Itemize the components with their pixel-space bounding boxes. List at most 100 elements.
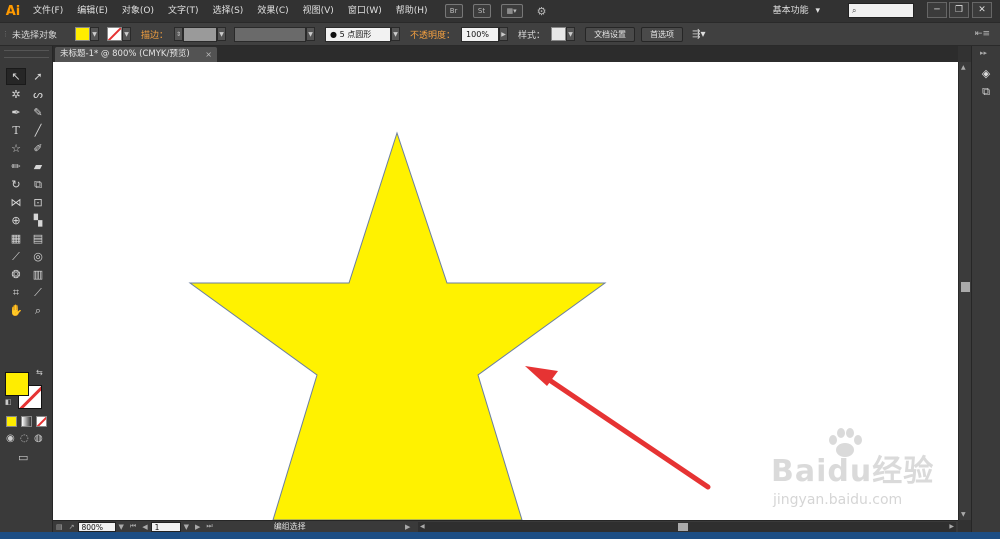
perspective-grid-tool-icon[interactable]: ▚ [28, 212, 48, 229]
collapse-panel-icon[interactable]: ▸▸ [980, 49, 987, 57]
chevron-down-icon[interactable]: ▼ [122, 27, 132, 41]
chevron-down-icon[interactable]: ▼ [306, 27, 316, 41]
menu-edit[interactable]: 编辑(E) [70, 0, 115, 22]
document-setup-button[interactable]: 文档设置 [585, 26, 636, 42]
stock-icon[interactable]: St [472, 4, 491, 18]
menu-effect[interactable]: 效果(C) [250, 0, 295, 22]
eraser-tool-icon[interactable]: ▰ [28, 158, 48, 175]
status-menu-icon[interactable]: ▤ [53, 523, 66, 531]
zoom-field[interactable]: 800% [77, 521, 116, 532]
artboard-canvas[interactable] [53, 62, 958, 520]
gpu-performance-icon[interactable]: ⚙ [533, 4, 551, 18]
stroke-swatch-button[interactable] [107, 27, 123, 41]
fill-color-swatch[interactable] [5, 372, 29, 396]
document-tab[interactable]: 未标题-1* @ 800% (CMYK/预览) × [55, 47, 217, 62]
scroll-left-icon[interactable]: ◀ [420, 523, 425, 530]
horizontal-scroll-thumb[interactable] [678, 523, 688, 531]
swap-colors-icon[interactable]: ⇆ [36, 368, 43, 377]
column-graph-tool-icon[interactable]: ▥ [28, 266, 48, 283]
menu-window[interactable]: 窗口(W) [341, 0, 389, 22]
slice-tool-icon[interactable]: ⟋ [28, 284, 48, 301]
vertical-scroll-thumb[interactable] [961, 282, 970, 292]
scroll-down-icon[interactable]: ▼ [961, 511, 966, 518]
symbol-sprayer-tool-icon[interactable]: ❂ [6, 266, 26, 283]
stroke-weight-stepper[interactable]: ⇕ [174, 27, 184, 41]
chevron-down-icon[interactable]: ▼ [391, 27, 401, 41]
magic-wand-tool-icon[interactable]: ✲ [6, 86, 26, 103]
hand-tool-icon[interactable]: ✋ [6, 302, 26, 319]
opacity-label[interactable]: 不透明度： [404, 28, 461, 41]
panel-grip[interactable] [4, 50, 49, 58]
search-box[interactable]: ⌕ [848, 3, 914, 18]
mesh-tool-icon[interactable]: ▦ [6, 230, 26, 247]
none-mode-button[interactable] [36, 416, 47, 427]
gradient-tool-icon[interactable]: ▤ [28, 230, 48, 247]
star-tool-icon[interactable]: ☆ [6, 140, 26, 157]
stroke-label[interactable]: 描边： [135, 28, 174, 41]
variable-width-profile[interactable] [234, 26, 307, 42]
draw-inside-icon[interactable]: ◍ [34, 433, 43, 444]
shape-builder-tool-icon[interactable]: ⊕ [6, 212, 26, 229]
rotate-tool-icon[interactable]: ↻ [6, 176, 26, 193]
layers-icon[interactable]: ◈ [978, 66, 994, 81]
paintbrush-tool-icon[interactable]: ✐ [28, 140, 48, 157]
transform-options-icon[interactable]: ⇶▾ [692, 29, 705, 40]
graphic-style-swatch[interactable] [551, 27, 567, 41]
fill-swatch-button[interactable] [75, 27, 91, 41]
zoom-tool-icon[interactable]: ⌕ [28, 302, 48, 319]
width-tool-icon[interactable]: ⋈ [6, 194, 26, 211]
bridge-icon[interactable]: Br [444, 4, 463, 18]
menu-view[interactable]: 视图(V) [296, 0, 341, 22]
screen-mode-icon[interactable]: ▭ [18, 451, 28, 464]
brush-definition-field[interactable]: ● 5 点圆形 [325, 26, 392, 42]
chevron-right-icon[interactable]: ▶ [499, 27, 509, 41]
line-tool-icon[interactable]: ╱ [28, 122, 48, 139]
pencil-tool-icon[interactable]: ✏ [6, 158, 26, 175]
minimize-button[interactable]: ─ [927, 2, 947, 18]
menu-help[interactable]: 帮助(H) [389, 0, 435, 22]
blend-tool-icon[interactable]: ◎ [28, 248, 48, 265]
artboard-tool-icon[interactable]: ⌗ [6, 284, 26, 301]
vertical-scrollbar[interactable]: ▲ ▼ [958, 62, 971, 520]
color-mode-button[interactable] [6, 416, 17, 427]
lasso-tool-icon[interactable]: ᔕ [28, 86, 48, 103]
curvature-tool-icon[interactable]: ✎ [28, 104, 48, 121]
chevron-down-icon[interactable]: ▼ [90, 27, 100, 41]
close-icon[interactable]: × [205, 47, 212, 62]
last-artboard-icon[interactable]: ⏭ [203, 522, 215, 531]
chevron-down-icon[interactable]: ▼ [116, 523, 127, 531]
share-icon[interactable]: ↗ [66, 523, 78, 531]
eyedropper-tool-icon[interactable]: ⟋ [6, 248, 26, 265]
stroke-weight-field[interactable] [183, 26, 218, 42]
draw-behind-icon[interactable]: ◌ [20, 433, 29, 444]
menu-type[interactable]: 文字(T) [161, 0, 206, 22]
type-tool-icon[interactable]: T [6, 122, 26, 139]
preferences-button[interactable]: 首选项 [641, 26, 684, 42]
free-transform-tool-icon[interactable]: ⊡ [28, 194, 48, 211]
chevron-down-icon[interactable]: ▼ [566, 27, 576, 41]
next-artboard-icon[interactable]: ▶ [192, 523, 203, 531]
artboards-icon[interactable]: ⧉ [978, 84, 994, 99]
panel-menu-icon[interactable]: ⇤≡ [975, 29, 990, 39]
gradient-mode-button[interactable] [21, 416, 32, 427]
search-input[interactable] [856, 4, 905, 17]
first-artboard-icon[interactable]: ⏮ [127, 522, 139, 531]
opacity-field[interactable]: 100% [461, 26, 500, 42]
close-button[interactable]: ✕ [972, 2, 992, 18]
menu-select[interactable]: 选择(S) [206, 0, 251, 22]
default-colors-icon[interactable]: ◧ [5, 398, 12, 406]
chevron-down-icon[interactable]: ▼ [217, 27, 227, 41]
status-arrow-icon[interactable]: ▶ [402, 523, 413, 531]
menu-file[interactable]: 文件(F) [26, 0, 70, 22]
chevron-down-icon[interactable]: ▼ [181, 523, 192, 531]
yellow-star-shape[interactable] [188, 131, 607, 520]
restore-button[interactable]: ❐ [949, 2, 969, 18]
direct-selection-tool-icon[interactable]: ➚ [28, 68, 48, 85]
previous-artboard-icon[interactable]: ◀ [139, 523, 150, 531]
horizontal-scrollbar[interactable]: ◀ ▶ [418, 522, 956, 532]
selection-tool-icon[interactable]: ↖ [6, 68, 26, 85]
workspace-switcher[interactable]: 基本功能 ▾ [773, 3, 820, 19]
arrange-documents-icon[interactable]: ▦▾ [500, 4, 523, 18]
artboard-number-field[interactable]: 1 [150, 521, 181, 532]
draw-normal-icon[interactable]: ◉ [6, 433, 15, 444]
